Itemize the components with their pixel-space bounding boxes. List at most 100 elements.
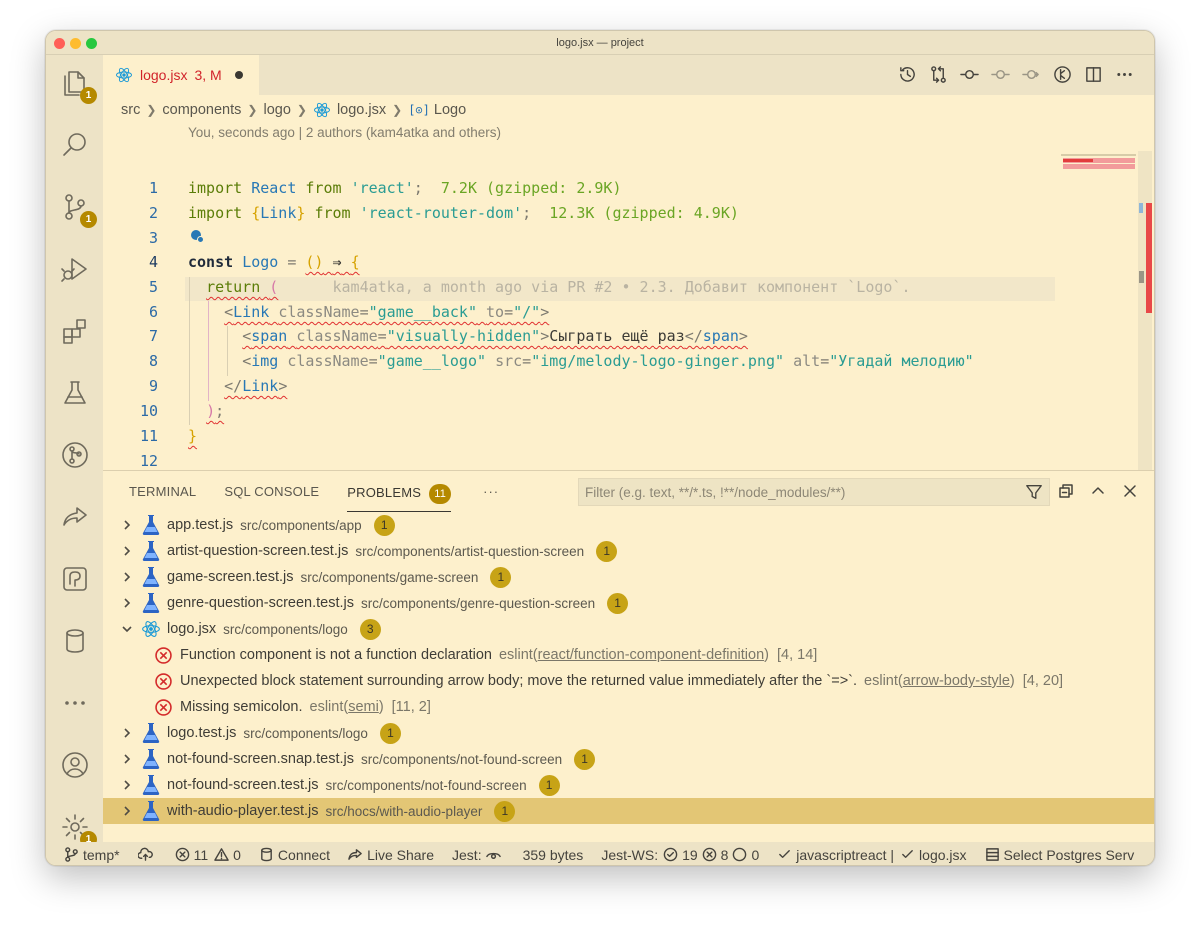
unsaved-dot-icon[interactable] [234,71,243,79]
breadcrumb-symbol[interactable]: Logo [434,102,466,118]
status-jest-ws[interactable]: Jest-WS: 19 8 0 [601,847,759,863]
filter-icon[interactable] [1025,483,1043,501]
status-bar: temp* 11 0 Connect Live Share Jest: 359 b… [46,842,1154,865]
testing-button[interactable] [57,375,93,411]
problem-file-row[interactable]: artist-question-screen.test.js src/compo… [103,538,1154,564]
breadcrumb-src[interactable]: src [121,102,140,118]
check-icon [779,850,791,859]
problem-file-row[interactable]: game-screen.test.js src/components/game-… [103,564,1154,590]
code-line-8[interactable]: <img className="game__logo" src="img/mel… [188,352,1058,370]
flask-test-file-icon [141,514,161,536]
gitlens-button[interactable] [1053,65,1072,87]
chevron-right-icon [121,597,133,609]
postgres-button[interactable] [57,561,93,597]
code-line-10[interactable]: ); [188,402,224,420]
codelens-authors[interactable]: You, seconds ago | 2 authors (kam4atka a… [188,125,501,140]
git-commit-next-icon [1022,69,1039,80]
run-debug-button[interactable] [57,251,93,287]
tab-sql-console[interactable]: SQL CONSOLE [224,484,319,504]
code-line-9[interactable]: </Link> [188,377,287,395]
breadcrumb: src ❯ components ❯ logo ❯ logo.jsx ❯ [⊙]… [121,100,466,120]
panel-more-button[interactable]: ··· [483,484,499,504]
source-control-button[interactable]: 1 [57,189,97,228]
code-line-3[interactable] [190,229,204,247]
problems-filter-input[interactable]: Filter (e.g. text, **/*.ts, !**/node_mod… [578,478,1050,506]
editor-area: logo.jsx 3, M src ❯ components ❯ logo ❯ [103,55,1154,495]
status-connect[interactable]: Connect [259,847,330,863]
git-branch-icon [65,847,78,862]
code-line-6[interactable]: <Link className="game__back" to="/"> [188,303,549,321]
problem-file-name: not-found-screen.test.js [167,777,319,793]
open-changes-button[interactable] [929,65,948,87]
problem-item[interactable]: Unexpected block statement surrounding a… [155,668,1063,694]
chevron-right-icon: ❯ [247,103,258,117]
status-live-share[interactable]: Live Share [348,847,434,863]
status-postgres[interactable]: Select Postgres Serv [985,847,1134,863]
problem-file-row[interactable]: genre-question-screen.test.js src/compon… [103,590,1154,616]
warning-count: 0 [233,846,241,863]
explorer-button[interactable]: 1 [57,65,97,104]
server-list-icon [985,848,999,861]
breadcrumb-components[interactable]: components [162,102,241,118]
problem-file-row-selected[interactable]: with-audio-player.test.js src/hocs/with-… [103,798,1154,824]
problem-source: eslint(react/function-component-definiti… [498,647,769,663]
code-line-2[interactable]: import {Link} from 'react-router-dom'; 1… [188,204,739,222]
code-line-11[interactable]: } [188,427,197,445]
minimap[interactable] [1058,151,1138,470]
status-branch[interactable]: temp* [64,847,120,863]
tab-terminal[interactable]: TERMINAL [129,484,196,504]
tab-problems[interactable]: PROBLEMS 11 [347,484,452,512]
inline-blame-annotation: kam4atka, a month ago via PR #2 • 2.3. Д… [332,278,911,296]
more-views-button[interactable] [57,685,93,721]
code-line-4[interactable]: const Logo = () ⇒ { [188,253,360,271]
chevron-right-icon: ❯ [146,103,157,117]
split-editor-button[interactable] [1084,65,1103,87]
database-button[interactable] [57,623,93,659]
previous-revision-button[interactable] [991,65,1010,87]
title-bar: logo.jsx — project [46,31,1154,55]
breadcrumb-file[interactable]: logo.jsx [337,102,386,118]
collapse-all-button[interactable] [1058,483,1074,502]
problem-file-row[interactable]: logo.test.js src/components/logo 1 [103,720,1154,746]
problem-file-path: src/hocs/with-audio-player [325,803,483,819]
more-actions-button[interactable] [1115,65,1134,87]
problem-item[interactable]: Function component is not a function dec… [155,642,817,668]
problem-rule-link[interactable]: react/function-component-definition [538,647,765,663]
watch-eye-icon [485,852,501,859]
problem-file-name: not-found-screen.snap.test.js [167,751,354,767]
warning-icon [214,848,229,861]
status-file-size[interactable]: 359 bytes [523,847,584,863]
breadcrumb-logo[interactable]: logo [263,102,290,118]
editor-scrollbar[interactable] [1138,151,1152,470]
problem-file-row[interactable]: not-found-screen.test.js src/components/… [103,772,1154,798]
problem-file-row[interactable]: app.test.js src/components/app 1 [103,512,1154,538]
status-language[interactable]: javascriptreact | [777,847,894,863]
account-button[interactable] [57,747,93,783]
close-panel-button[interactable] [1122,483,1138,502]
status-eslint-file[interactable]: logo.jsx [900,847,967,863]
live-share-button[interactable] [57,499,93,535]
code-line-5[interactable]: return ( kam4atka, a month ago via PR #2… [188,278,910,296]
problem-rule-link[interactable]: semi [348,699,379,715]
status-problems[interactable]: 11 0 [175,847,241,863]
problem-item[interactable]: Missing semicolon. eslint(semi) [11, 2] [155,694,431,720]
extensions-button[interactable] [57,313,93,349]
problem-file-row[interactable]: not-found-screen.snap.test.js src/compon… [103,746,1154,772]
next-revision-button[interactable] [1022,65,1041,87]
search-button[interactable] [57,127,93,163]
tab-filename: logo.jsx [140,67,188,83]
code-line-7[interactable]: <span className="visually-hidden">Сыграт… [188,327,748,345]
code-line-1[interactable]: import React from 'react'; 7.2K (gzipped… [188,179,622,197]
problem-rule-link[interactable]: arrow-body-style [903,673,1010,689]
tab-logo-jsx[interactable]: logo.jsx 3, M [103,55,259,95]
collapse-all-icon [1059,484,1073,498]
maximize-panel-button[interactable] [1090,483,1106,502]
problem-file-row-expanded[interactable]: logo.jsx src/components/logo 3 [103,616,1154,642]
manage-button[interactable]: 1 [57,809,97,848]
status-sync[interactable] [137,847,157,862]
status-jest[interactable]: Jest: [452,847,505,863]
git-commit-button[interactable] [960,65,979,87]
import-size-label: 12.3K (gzipped: 4.9K) [549,204,739,222]
git-graph-button[interactable] [57,437,93,473]
timeline-button[interactable] [898,65,917,87]
